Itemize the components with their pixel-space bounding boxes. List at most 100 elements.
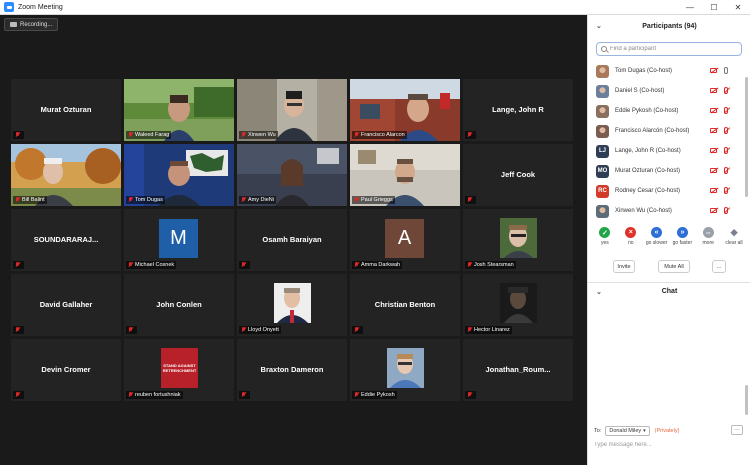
avatar-letter: A (397, 227, 412, 249)
participant-row[interactable]: Daniel S (Co-host) (588, 81, 743, 101)
video-tile-soundararaj[interactable]: SOUNDARARAJ... (11, 209, 121, 271)
tile-participant-name: Jeff Cook (500, 170, 536, 179)
window-controls: — ☐ ✕ (678, 0, 750, 15)
mic-muted-icon (724, 127, 728, 134)
video-tile-braxton-dameron[interactable]: Braxton Dameron (237, 339, 347, 401)
video-tile-tom-dugas[interactable]: Tom Dugas (124, 144, 234, 206)
video-tile-amy-dieni[interactable]: Amy DieNi (237, 144, 347, 206)
tile-name-bar: Bill Balint (13, 196, 47, 204)
feedback-yes-button[interactable]: ✓ yes (594, 227, 616, 257)
gallery-grid: Murat Ozturan Waleed Farag Xinwen Wu Franci… (11, 79, 576, 419)
more-icon: ••• (702, 227, 714, 238)
chat-title: Chat (661, 288, 678, 295)
video-off-icon (710, 168, 717, 173)
minimize-icon[interactable]: — (678, 0, 702, 15)
tile-participant-name: Lange, John R (492, 105, 544, 114)
maximize-icon[interactable]: ☐ (702, 0, 726, 15)
recording-icon (10, 22, 17, 27)
tile-name-label: Lloyd Onyett (248, 327, 279, 333)
tile-name-label: Amy DieNi (248, 197, 274, 203)
video-tile-murat-ozturan[interactable]: Murat Ozturan (11, 79, 121, 141)
search-input[interactable] (610, 46, 730, 52)
video-tile-lange-john-r[interactable]: Lange, John R (463, 79, 573, 141)
tile-name-label: Amma Darkwah (361, 262, 401, 268)
participant-row[interactable]: Tom Dugas (Co-host) (588, 61, 743, 81)
video-off-icon (710, 68, 717, 73)
feedback-label: go faster (672, 240, 693, 246)
participants-scrollbar[interactable] (744, 61, 749, 221)
feedback-label: clear all (725, 240, 743, 246)
recording-indicator[interactable]: Recording... (4, 18, 59, 31)
feedback-go-slower-button[interactable]: « go slower (646, 227, 668, 257)
video-tile-waleed-farag[interactable]: Waleed Farag (124, 79, 234, 141)
video-tile-jeff-cook[interactable]: Jeff Cook (463, 144, 573, 206)
video-tile-jonathan-roum[interactable]: Jonathan_Roum... (463, 339, 573, 401)
chevron-down-icon[interactable]: ⌄ (596, 22, 602, 30)
video-tile-hector-linarez[interactable]: Hector Linarez (463, 274, 573, 336)
mic-muted-icon (15, 262, 20, 268)
feedback-more-button[interactable]: ••• more (697, 227, 719, 257)
video-tile-lloyd-onyett[interactable]: Lloyd Onyett (237, 274, 347, 336)
mic-muted-icon (467, 392, 472, 398)
privately-label: (Privately) (654, 428, 680, 434)
video-tile-amma-darkwah[interactable]: A Amma Darkwah (350, 209, 460, 271)
tile-participant-name: SOUNDARARAJ... (33, 235, 99, 244)
feedback-go-faster-button[interactable]: » go faster (671, 227, 693, 257)
tile-name-bar: Waleed Farag (126, 131, 172, 139)
participant-name: Daniel S (Co-host) (615, 88, 665, 94)
video-tile-devin-cromer[interactable]: Devin Cromer (11, 339, 121, 401)
video-tile-xinwen-wu[interactable]: Xinwen Wu (237, 79, 347, 141)
chat-more-button[interactable]: ··· (731, 425, 743, 435)
participant-avatar (596, 104, 609, 118)
tile-name-bar: Amy DieNi (239, 196, 276, 204)
participant-name: Francisco Alarcón (Co-host) (615, 128, 690, 134)
participant-search[interactable] (596, 42, 742, 56)
profile-avatar: A (385, 219, 424, 258)
participant-row[interactable]: LJ Lange, John R (Co-host) (588, 141, 743, 161)
recipient-select[interactable]: Donald Miley ▾ (605, 426, 650, 436)
mic-icon (724, 67, 728, 74)
video-tile-josh-stearsman[interactable]: Josh Stearsman (463, 209, 573, 271)
participant-row[interactable]: Xinwen Wu (Co-host) (588, 201, 743, 221)
participant-avatar: LJ (596, 144, 609, 158)
chat-header: ⌄ Chat (588, 282, 750, 300)
video-tile-john-conlen[interactable]: John Conlen (124, 274, 234, 336)
video-tile-reuben-fortushniak[interactable]: STAND AGAINST RETRENCHMENT reuben fortushn… (124, 339, 234, 401)
chevron-down-icon[interactable]: ⌄ (596, 288, 602, 296)
feedback-label: yes (601, 240, 609, 246)
tile-name-bar (239, 391, 250, 399)
profile-photo (500, 283, 537, 323)
video-tile-paul-grieggs[interactable]: Paul Grieggs (350, 144, 460, 206)
participants-header: ⌄ Participants (94) (588, 15, 750, 37)
video-tile-david-gallaher[interactable]: David Gallaher (11, 274, 121, 336)
video-tile-eddie-pykosh[interactable]: Eddie Pykosh (350, 339, 460, 401)
video-tile-bill-balint[interactable]: Bill Balint (11, 144, 121, 206)
video-tile-francisco-alarcon[interactable]: Francisco Alarcon (350, 79, 460, 141)
participant-row[interactable]: Francisco Alarcón (Co-host) (588, 121, 743, 141)
chat-message-input[interactable] (594, 439, 744, 451)
video-tile-osamh-baraiyan[interactable]: Osamh Baraiyan (237, 209, 347, 271)
video-tile-christian-benton[interactable]: Christian Benton (350, 274, 460, 336)
mic-muted-icon (724, 167, 728, 174)
mic-muted-icon (724, 87, 728, 94)
mic-muted-icon (354, 327, 359, 333)
participant-row[interactable]: Eddie Pykosh (Co-host) (588, 101, 743, 121)
feedback-clear-all-button[interactable]: ◆ clear all (723, 227, 745, 257)
recipient-value: Donald Miley (609, 428, 642, 434)
video-off-icon (710, 128, 717, 133)
feedback-label: more (702, 240, 714, 246)
feedback-no-button[interactable]: × no (620, 227, 642, 257)
invite-button[interactable]: Invite (613, 260, 635, 273)
mic-muted-icon (241, 197, 246, 203)
close-icon[interactable]: ✕ (726, 0, 750, 15)
more-options-button[interactable]: ... (712, 260, 726, 273)
participant-row[interactable]: RC Rodney Cesar (Co-host) (588, 181, 743, 201)
participant-row[interactable]: MO Murat Ozturan (Co-host) (588, 161, 743, 181)
chat-scrollbar[interactable] (744, 305, 749, 420)
feedback-label: no (627, 240, 634, 246)
participant-name: Rodney Cesar (Co-host) (615, 188, 681, 194)
mute-all-button[interactable]: Mute All (658, 260, 690, 273)
video-tile-michael-cosnek[interactable]: M Michael Cosnek (124, 209, 234, 271)
tile-name-label: Hector Linarez (474, 327, 510, 333)
tile-name-label: Michael Cosnek (135, 262, 175, 268)
